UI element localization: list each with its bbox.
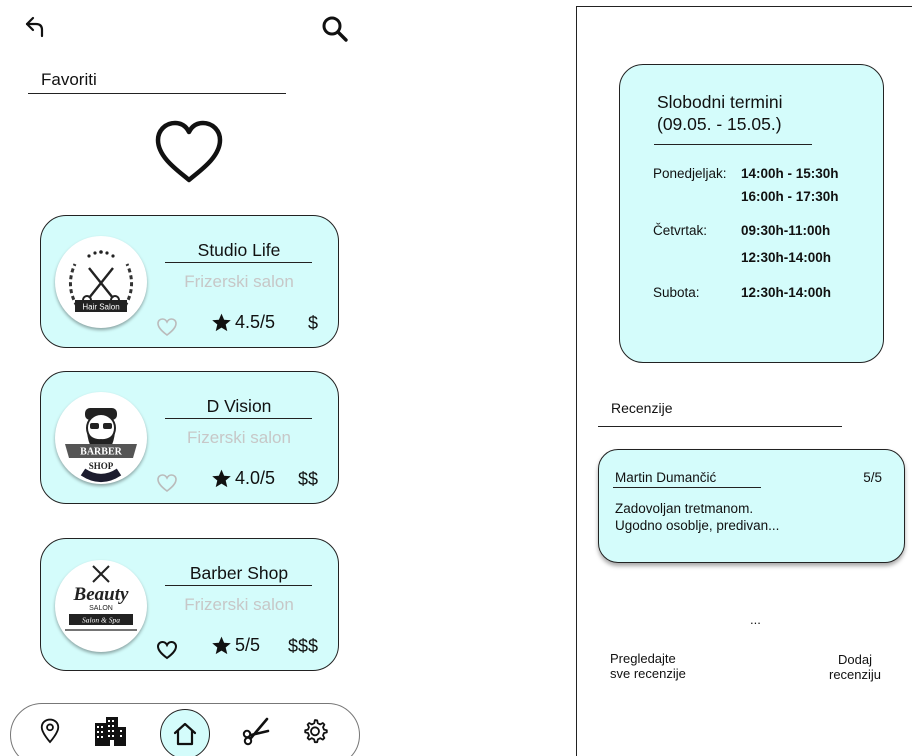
scissors-icon — [242, 717, 270, 746]
nav-home[interactable] — [160, 709, 210, 756]
slot-day: Ponedjeljak: — [653, 166, 727, 181]
slot-day: Subota: — [653, 285, 700, 300]
svg-text:SALON: SALON — [89, 605, 113, 612]
review-text: Zadovoljan tretmanom. Ugodno osoblje, pr… — [615, 501, 780, 533]
salon-name: D Vision — [206, 396, 272, 416]
back-arrow-icon — [25, 16, 44, 38]
slot-day: Četvrtak: — [653, 223, 708, 238]
reviews-divider — [598, 426, 842, 427]
salon-rating: 5/5 — [211, 635, 260, 656]
salon-name: Studio Life — [197, 240, 281, 260]
salon-type: Frizerski salon — [184, 272, 294, 291]
salon-type: Frizerski salon — [184, 595, 294, 614]
salon-type: Fizerski salon — [187, 428, 291, 447]
author-divider — [613, 487, 761, 488]
salon-rating: 4.5/5 — [211, 312, 275, 333]
price-level: $$$ — [287, 636, 318, 656]
salon-logo: Hair Salon — [55, 236, 147, 328]
salon-card[interactable]: Hair Salon Studio Life Frizerski salon 4… — [40, 215, 339, 348]
salon-name: Barber Shop — [189, 563, 289, 583]
bottom-navigation — [10, 703, 360, 756]
favorite-heart-icon[interactable] — [156, 473, 178, 493]
salon-logo: Beauty SALON Salon & Spa — [55, 560, 147, 652]
price-level: $ — [307, 313, 318, 333]
slots-title: Slobodni termini (09.05. - 15.05.) — [657, 92, 783, 134]
slot-time[interactable]: 14:00h - 15:30h — [741, 166, 839, 181]
svg-text:Hair Salon: Hair Salon — [82, 303, 119, 312]
svg-text:SHOP: SHOP — [89, 461, 114, 471]
nav-location[interactable] — [33, 714, 67, 748]
favorites-heart-icon — [150, 118, 228, 186]
buildings-icon — [95, 717, 126, 746]
price-level: $$ — [297, 469, 318, 489]
nav-services[interactable] — [239, 714, 273, 748]
slot-time[interactable]: 12:30h-14:00h — [741, 285, 831, 300]
slot-time[interactable]: 09:30h-11:00h — [741, 223, 830, 238]
reviews-title: Recenzije — [611, 400, 673, 416]
star-icon — [212, 636, 231, 655]
review-author: Martin Dumančić — [615, 470, 717, 485]
salon-rating: 4.0/5 — [211, 468, 275, 489]
title-divider — [28, 93, 286, 94]
home-icon — [173, 722, 197, 746]
salon-card[interactable]: BARBER SHOP D Vision Fizerski salon 4.0/… — [40, 371, 339, 504]
review-card[interactable]: Martin Dumančić 5/5 Zadovoljan tretmanom… — [598, 449, 905, 563]
favorite-heart-icon[interactable] — [156, 640, 178, 660]
name-divider — [165, 585, 312, 586]
slots-divider — [654, 144, 812, 145]
search-icon — [322, 16, 348, 42]
slot-time[interactable]: 16:00h - 17:30h — [741, 189, 839, 204]
settings-icon — [304, 719, 328, 744]
name-divider — [165, 418, 312, 419]
star-icon — [212, 469, 231, 488]
back-button[interactable] — [22, 14, 48, 40]
view-all-reviews-link[interactable]: Pregledajte sve recenzije — [610, 651, 686, 681]
location-icon — [40, 718, 60, 744]
more-indicator: ... — [750, 612, 761, 627]
page-title: Favoriti — [41, 70, 97, 89]
favorite-heart-icon[interactable] — [156, 317, 178, 337]
nav-settings[interactable] — [298, 714, 332, 748]
svg-text:Beauty: Beauty — [73, 584, 129, 605]
add-review-link[interactable]: Dodaj recenziju — [815, 652, 895, 682]
star-icon — [212, 313, 231, 332]
available-slots-box: Slobodni termini (09.05. - 15.05.) Poned… — [619, 64, 884, 363]
name-divider — [165, 262, 312, 263]
salon-card[interactable]: Beauty SALON Salon & Spa Barber Shop Fri… — [40, 538, 339, 671]
svg-text:Salon & Spa: Salon & Spa — [82, 616, 120, 625]
svg-text:BARBER: BARBER — [80, 447, 122, 458]
search-button[interactable] — [320, 14, 350, 44]
nav-salons[interactable] — [93, 714, 127, 748]
review-score: 5/5 — [863, 470, 882, 485]
salon-logo: BARBER SHOP — [55, 392, 147, 484]
slot-time[interactable]: 12:30h-14:00h — [741, 250, 831, 265]
